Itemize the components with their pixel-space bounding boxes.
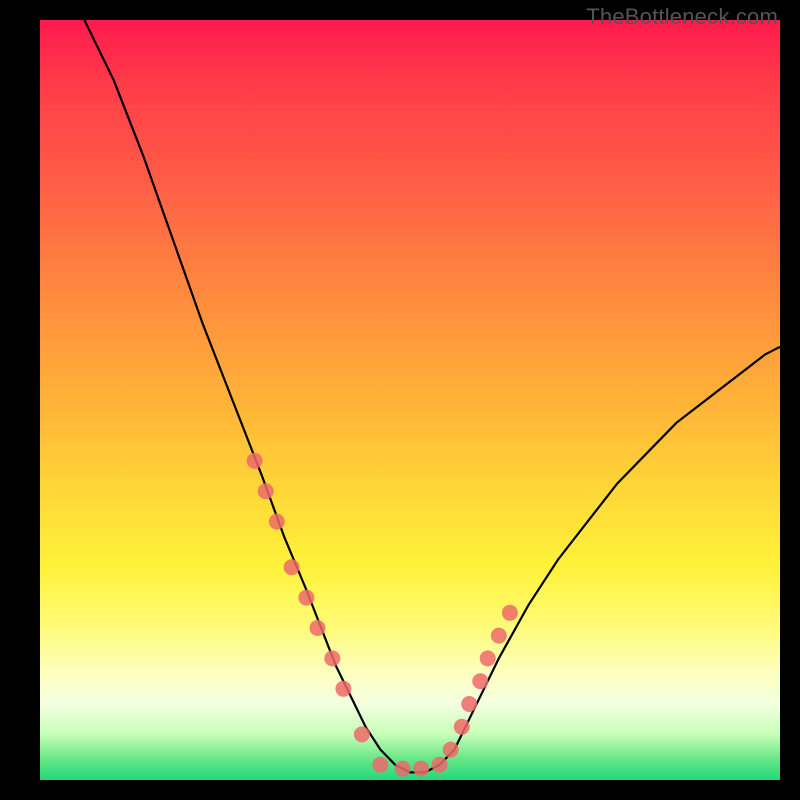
marker-dot (454, 719, 470, 735)
marker-dot (491, 628, 507, 644)
marker-dot (432, 757, 448, 773)
marker-dot (472, 673, 488, 689)
marker-dot (269, 514, 285, 530)
plot-area (40, 20, 780, 780)
marker-dot (298, 590, 314, 606)
chart-svg (40, 20, 780, 780)
marker-dot (502, 605, 518, 621)
marker-dot (372, 757, 388, 773)
chart-frame: TheBottleneck.com (0, 0, 800, 800)
marker-dot (354, 726, 370, 742)
marker-dot (258, 483, 274, 499)
marker-dot (324, 650, 340, 666)
marker-dot (443, 742, 459, 758)
marker-dot (335, 681, 351, 697)
marker-group (247, 453, 518, 777)
marker-dot (395, 761, 411, 777)
marker-dot (413, 761, 429, 777)
marker-dot (247, 453, 263, 469)
marker-dot (461, 696, 477, 712)
marker-dot (480, 650, 496, 666)
marker-dot (310, 620, 326, 636)
marker-dot (284, 559, 300, 575)
bottleneck-curve (84, 20, 780, 772)
